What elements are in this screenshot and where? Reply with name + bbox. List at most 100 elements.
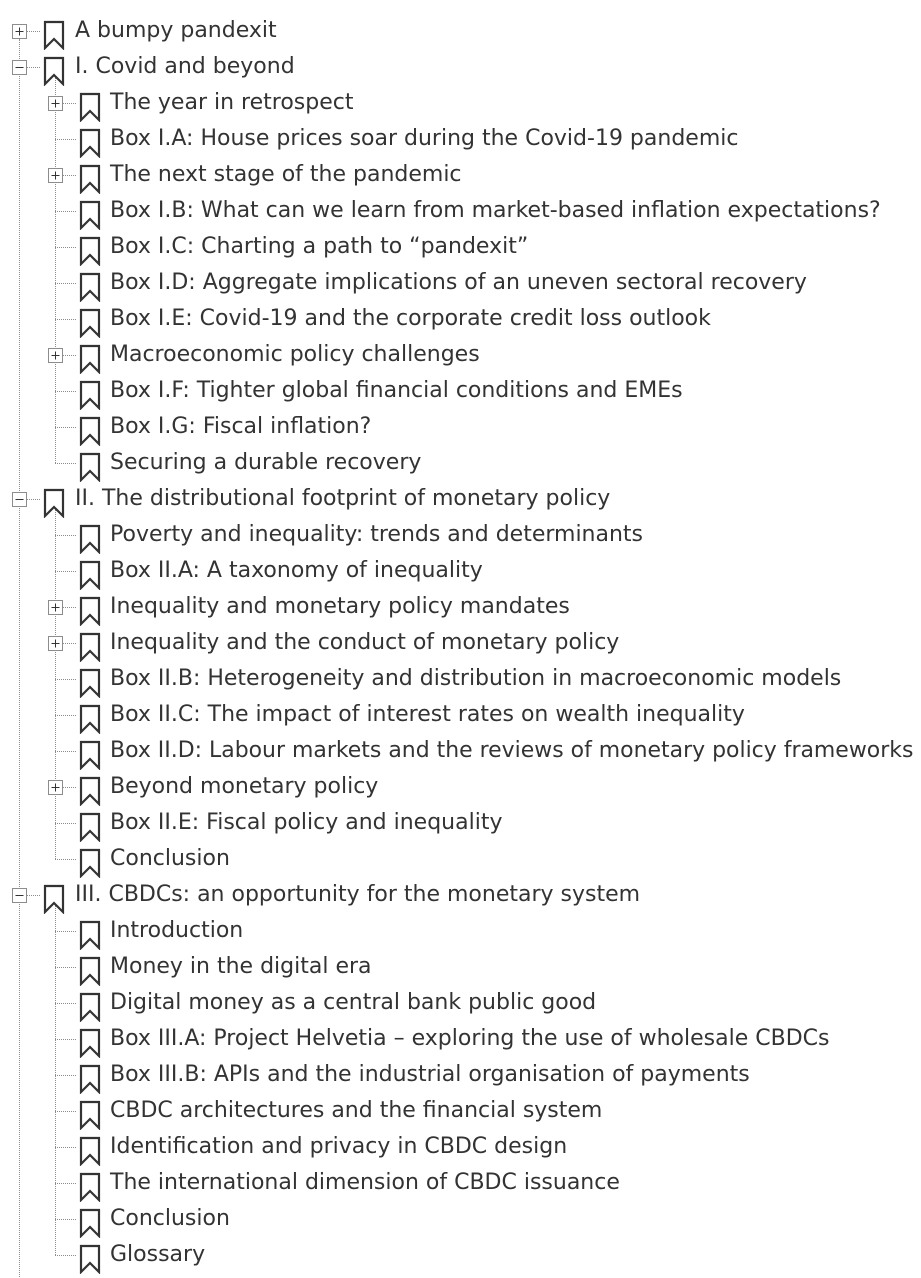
bookmark-item[interactable]: Conclusion xyxy=(0,841,921,879)
bookmark-item[interactable]: Box I.A: House prices soar during the Co… xyxy=(0,121,921,159)
bookmark-item[interactable]: Box I.C: Charting a path to “pandexit” xyxy=(0,229,921,267)
bookmark-item[interactable]: Inequality and monetary policy mandates xyxy=(0,589,921,627)
bookmark-item[interactable]: Box I.G: Fiscal inflation? xyxy=(0,409,921,447)
bookmark-item[interactable]: The year in retrospect xyxy=(0,85,921,123)
bookmark-icon xyxy=(42,884,66,915)
bookmark-label[interactable]: II. The distributional footprint of mone… xyxy=(75,481,610,517)
bookmark-label[interactable]: The next stage of the pandemic xyxy=(110,157,462,193)
bookmark-item[interactable]: The international dimension of CBDC issu… xyxy=(0,1165,921,1203)
bookmark-item[interactable]: CBDC architectures and the financial sys… xyxy=(0,1093,921,1131)
bookmark-label[interactable]: Conclusion xyxy=(110,841,230,877)
collapse-minus-icon[interactable] xyxy=(12,60,27,75)
bookmark-item[interactable]: The next stage of the pandemic xyxy=(0,157,921,195)
bookmark-label[interactable]: Box III.B: APIs and the industrial organ… xyxy=(110,1057,750,1093)
bookmark-item[interactable]: Securing a durable recovery xyxy=(0,445,921,483)
bookmark-item[interactable]: Introduction xyxy=(0,913,921,951)
collapse-minus-icon[interactable] xyxy=(12,492,27,507)
bookmark-item[interactable]: Box I.F: Tighter global financial condit… xyxy=(0,373,921,411)
bookmark-item[interactable]: Box II.E: Fiscal policy and inequality xyxy=(0,805,921,843)
bookmark-label[interactable]: Box I.C: Charting a path to “pandexit” xyxy=(110,229,528,265)
bookmark-label[interactable]: Box I.F: Tighter global financial condit… xyxy=(110,373,683,409)
bookmark-label[interactable]: Conclusion xyxy=(110,1201,230,1237)
bookmark-icon xyxy=(78,236,102,267)
bookmark-item[interactable]: Box III.A: Project Helvetia – exploring … xyxy=(0,1021,921,1059)
bookmark-item[interactable]: Macroeconomic policy challenges xyxy=(0,337,921,375)
bookmark-item[interactable]: Glossary xyxy=(0,1237,921,1275)
bookmark-item[interactable]: Identification and privacy in CBDC desig… xyxy=(0,1129,921,1167)
bookmark-item[interactable]: Conclusion xyxy=(0,1201,921,1239)
bookmark-label[interactable]: Identification and privacy in CBDC desig… xyxy=(110,1129,567,1165)
bookmark-label[interactable]: Inequality and monetary policy mandates xyxy=(110,589,570,625)
bookmark-label[interactable]: Box II.D: Labour markets and the reviews… xyxy=(110,733,913,769)
bookmark-label[interactable]: The international dimension of CBDC issu… xyxy=(110,1165,620,1201)
bookmark-label[interactable]: I. Covid and beyond xyxy=(75,49,295,85)
bookmark-label[interactable]: Poverty and inequality: trends and deter… xyxy=(110,517,643,553)
bookmark-label[interactable]: The year in retrospect xyxy=(110,85,353,121)
bookmark-icon xyxy=(78,200,102,231)
bookmark-item[interactable]: III. CBDCs: an opportunity for the monet… xyxy=(0,877,921,915)
bookmark-label[interactable]: Inequality and the conduct of monetary p… xyxy=(110,625,619,661)
bookmark-label[interactable]: Box II.C: The impact of interest rates o… xyxy=(110,697,745,733)
bookmark-icon xyxy=(78,1208,102,1239)
bookmark-item[interactable]: Box II.B: Heterogeneity and distribution… xyxy=(0,661,921,699)
bookmark-label[interactable]: Box I.D: Aggregate implications of an un… xyxy=(110,265,807,301)
bookmark-icon xyxy=(78,776,102,807)
expand-plus-icon[interactable] xyxy=(48,636,63,651)
bookmark-label[interactable]: Beyond monetary policy xyxy=(110,769,378,805)
bookmark-label[interactable]: Box II.A: A taxonomy of inequality xyxy=(110,553,483,589)
bookmark-item[interactable]: Box I.B: What can we learn from market-b… xyxy=(0,193,921,231)
bookmark-label[interactable]: Money in the digital era xyxy=(110,949,372,985)
expand-plus-icon[interactable] xyxy=(48,780,63,795)
bookmark-label[interactable]: Digital money as a central bank public g… xyxy=(110,985,596,1021)
bookmark-icon xyxy=(42,20,66,51)
bookmark-icon xyxy=(78,1028,102,1059)
bookmark-icon xyxy=(78,668,102,699)
bookmark-item[interactable]: I. Covid and beyond xyxy=(0,49,921,87)
bookmark-item[interactable]: Money in the digital era xyxy=(0,949,921,987)
bookmark-label[interactable]: Glossary xyxy=(110,1237,205,1273)
bookmark-label[interactable]: Box III.A: Project Helvetia – exploring … xyxy=(110,1021,829,1057)
bookmark-label[interactable]: Introduction xyxy=(110,913,243,949)
expand-plus-icon[interactable] xyxy=(12,24,27,39)
bookmark-icon xyxy=(42,488,66,519)
expand-plus-icon[interactable] xyxy=(48,96,63,111)
bookmark-icon xyxy=(78,416,102,447)
collapse-minus-icon[interactable] xyxy=(12,888,27,903)
bookmark-icon xyxy=(78,1064,102,1095)
bookmark-item[interactable]: Digital money as a central bank public g… xyxy=(0,985,921,1023)
bookmark-item[interactable]: Beyond monetary policy xyxy=(0,769,921,807)
bookmark-label[interactable]: Box II.E: Fiscal policy and inequality xyxy=(110,805,502,841)
bookmark-label[interactable]: A bumpy pandexit xyxy=(75,13,277,49)
bookmark-item[interactable]: Box II.A: A taxonomy of inequality xyxy=(0,553,921,591)
expand-plus-icon[interactable] xyxy=(48,168,63,183)
bookmark-label[interactable]: Box II.B: Heterogeneity and distribution… xyxy=(110,661,841,697)
bookmark-label[interactable]: Box I.E: Covid-19 and the corporate cred… xyxy=(110,301,711,337)
bookmark-label[interactable]: CBDC architectures and the financial sys… xyxy=(110,1093,602,1129)
expand-plus-icon[interactable] xyxy=(48,348,63,363)
bookmark-item[interactable]: Box II.C: The impact of interest rates o… xyxy=(0,697,921,735)
bookmark-item[interactable]: Box II.D: Labour markets and the reviews… xyxy=(0,733,921,771)
bookmark-icon xyxy=(78,992,102,1023)
bookmark-item[interactable]: Box I.E: Covid-19 and the corporate cred… xyxy=(0,301,921,339)
bookmark-item[interactable]: Box III.B: APIs and the industrial organ… xyxy=(0,1057,921,1095)
bookmark-icon xyxy=(78,740,102,771)
bookmark-icon xyxy=(78,128,102,159)
bookmark-label[interactable]: Macroeconomic policy challenges xyxy=(110,337,480,373)
bookmark-icon xyxy=(78,308,102,339)
expand-plus-icon[interactable] xyxy=(48,600,63,615)
bookmark-icon xyxy=(78,164,102,195)
bookmark-icon xyxy=(78,344,102,375)
bookmark-label[interactable]: Box I.B: What can we learn from market-b… xyxy=(110,193,881,229)
bookmark-item[interactable]: A bumpy pandexit xyxy=(0,13,921,51)
bookmark-item[interactable]: II. The distributional footprint of mone… xyxy=(0,481,921,519)
bookmark-label[interactable]: Box I.G: Fiscal inflation? xyxy=(110,409,371,445)
bookmark-icon xyxy=(78,92,102,123)
bookmark-label[interactable]: III. CBDCs: an opportunity for the monet… xyxy=(75,877,640,913)
bookmark-label[interactable]: Securing a durable recovery xyxy=(110,445,421,481)
bookmark-item[interactable]: Box I.D: Aggregate implications of an un… xyxy=(0,265,921,303)
bookmark-label[interactable]: Box I.A: House prices soar during the Co… xyxy=(110,121,738,157)
bookmark-icon xyxy=(78,560,102,591)
bookmark-icon xyxy=(78,596,102,627)
bookmark-item[interactable]: Inequality and the conduct of monetary p… xyxy=(0,625,921,663)
bookmark-item[interactable]: Poverty and inequality: trends and deter… xyxy=(0,517,921,555)
